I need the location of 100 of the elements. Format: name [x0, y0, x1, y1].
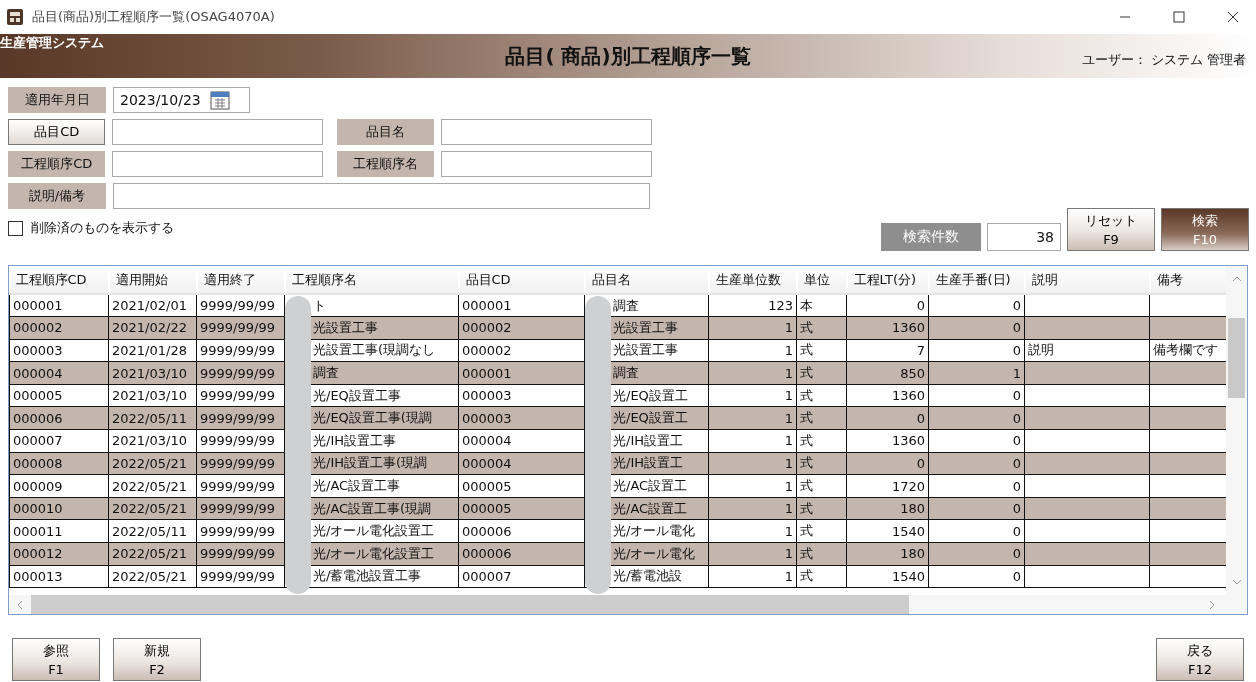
- table-cell: 000009: [9, 474, 109, 498]
- table-cell: 1: [708, 339, 797, 362]
- table-cell: 2021/02/01: [108, 294, 197, 317]
- table-cell: 000012: [9, 542, 109, 566]
- table-cell: 1: [708, 565, 797, 588]
- table-cell: 1540: [846, 565, 929, 588]
- reset-button[interactable]: リセット F9: [1067, 208, 1155, 251]
- table-cell: 1: [708, 519, 797, 543]
- maximize-icon[interactable]: [1173, 11, 1185, 23]
- table-cell: 2022/05/21: [108, 474, 197, 498]
- field-label: 適用年月日: [8, 87, 106, 113]
- table-cell: 0: [928, 339, 1025, 362]
- vertical-scrollbar[interactable]: [1226, 266, 1247, 595]
- checkbox[interactable]: [8, 220, 23, 236]
- table-cell: 0: [928, 294, 1025, 317]
- table-cell: 000007: [9, 429, 109, 453]
- input-field[interactable]: [441, 151, 652, 177]
- table-cell: 0: [846, 294, 929, 317]
- app-icon: [6, 8, 24, 26]
- table-cell: 000005: [9, 384, 109, 407]
- close-icon[interactable]: [1227, 11, 1239, 23]
- table-cell: 000006: [458, 542, 585, 566]
- table-cell: 2022/05/11: [108, 519, 197, 543]
- scrollbar-thumb[interactable]: [31, 595, 909, 614]
- field-label: 品目名: [337, 119, 435, 145]
- input-field[interactable]: [441, 119, 652, 145]
- table-cell: 0: [928, 565, 1025, 588]
- table-cell: 1: [708, 474, 797, 498]
- table-cell: 000001: [458, 361, 585, 385]
- table-cell: 9999/99/99: [196, 384, 285, 407]
- table-cell: 0: [928, 384, 1025, 407]
- table-cell: 000004: [9, 361, 109, 385]
- count-label: 検索件数: [881, 223, 981, 251]
- date-field[interactable]: 2023/10/23: [113, 87, 250, 113]
- table-cell: 7: [846, 339, 929, 362]
- search-button[interactable]: 検索 F10: [1161, 208, 1249, 251]
- input-field[interactable]: [112, 151, 323, 177]
- field-label: 工程順序名: [337, 151, 435, 177]
- table-cell: 000008: [9, 452, 109, 475]
- table-cell: 式: [796, 384, 847, 407]
- table-cell: 9999/99/99: [196, 565, 285, 588]
- table-cell: 1540: [846, 519, 929, 543]
- table-cell: 9999/99/99: [196, 474, 285, 498]
- function-button[interactable]: 新規 F2: [113, 638, 201, 681]
- scroll-left-icon[interactable]: [15, 600, 25, 610]
- table-cell: 000006: [9, 406, 109, 430]
- table-cell: 000002: [458, 316, 585, 340]
- table-cell: 9999/99/99: [196, 294, 285, 317]
- horizontal-scrollbar[interactable]: [9, 595, 1247, 614]
- table-cell: 000004: [458, 429, 585, 453]
- table-cell: 式: [796, 474, 847, 498]
- calendar-icon[interactable]: [208, 90, 231, 110]
- user-name: ユーザー： システム 管理者: [1082, 52, 1246, 67]
- table-cell: 9999/99/99: [196, 519, 285, 543]
- table-cell: 1: [708, 384, 797, 407]
- table-cell: 1720: [846, 474, 929, 498]
- scroll-down-icon[interactable]: [1232, 577, 1242, 587]
- table-cell: 123: [708, 294, 797, 317]
- window-title: 品目(商品)別工程順序一覧(OSAG4070A): [32, 8, 276, 26]
- table-cell: 2021/01/28: [108, 339, 197, 362]
- table-cell: 式: [796, 339, 847, 362]
- table-cell: 1360: [846, 429, 929, 453]
- table-cell: 式: [796, 429, 847, 453]
- table-cell: 000005: [458, 497, 585, 520]
- scrollbar-thumb[interactable]: [1228, 318, 1245, 398]
- input-field[interactable]: [113, 183, 650, 209]
- table-cell: 式: [796, 519, 847, 543]
- table-cell: 000003: [458, 384, 585, 407]
- table-cell: 000003: [458, 406, 585, 430]
- function-button[interactable]: 参照 F1: [12, 638, 100, 681]
- table-cell: 000006: [458, 519, 585, 543]
- system-name: 生産管理システム: [0, 34, 104, 50]
- table-cell: 2022/05/21: [108, 565, 197, 588]
- table-cell: 説明: [1024, 339, 1150, 362]
- table-cell: 000001: [458, 294, 585, 317]
- table-cell: 000002: [458, 339, 585, 362]
- back-button[interactable]: 戻る F12: [1156, 638, 1244, 681]
- field-label: 工程順序CD: [8, 151, 106, 177]
- table-cell: 000004: [458, 452, 585, 475]
- table-cell: 000010: [9, 497, 109, 520]
- table-cell: 2021/03/10: [108, 429, 197, 453]
- field-label: 説明/備考: [8, 183, 106, 209]
- scroll-up-icon[interactable]: [1232, 274, 1242, 284]
- input-field[interactable]: [112, 119, 323, 145]
- count-field: 38: [987, 223, 1061, 251]
- table-cell: 本: [796, 294, 847, 317]
- table-cell: 000002: [9, 316, 109, 340]
- table-cell: 2021/03/10: [108, 384, 197, 407]
- scroll-right-icon[interactable]: [1207, 600, 1217, 610]
- table-cell: 式: [796, 565, 847, 588]
- table-cell: 000007: [458, 565, 585, 588]
- table-cell: 000005: [458, 474, 585, 498]
- lookup-button[interactable]: 品目CD: [8, 119, 106, 145]
- table-cell: 000003: [9, 339, 109, 362]
- table-cell: 1360: [846, 384, 929, 407]
- table-cell: 000013: [9, 565, 109, 588]
- table-cell: 9999/99/99: [196, 339, 285, 362]
- table-cell: 0: [928, 474, 1025, 498]
- checkbox-label: 削除済のものを表示する: [31, 219, 174, 237]
- table-cell: 1: [708, 429, 797, 453]
